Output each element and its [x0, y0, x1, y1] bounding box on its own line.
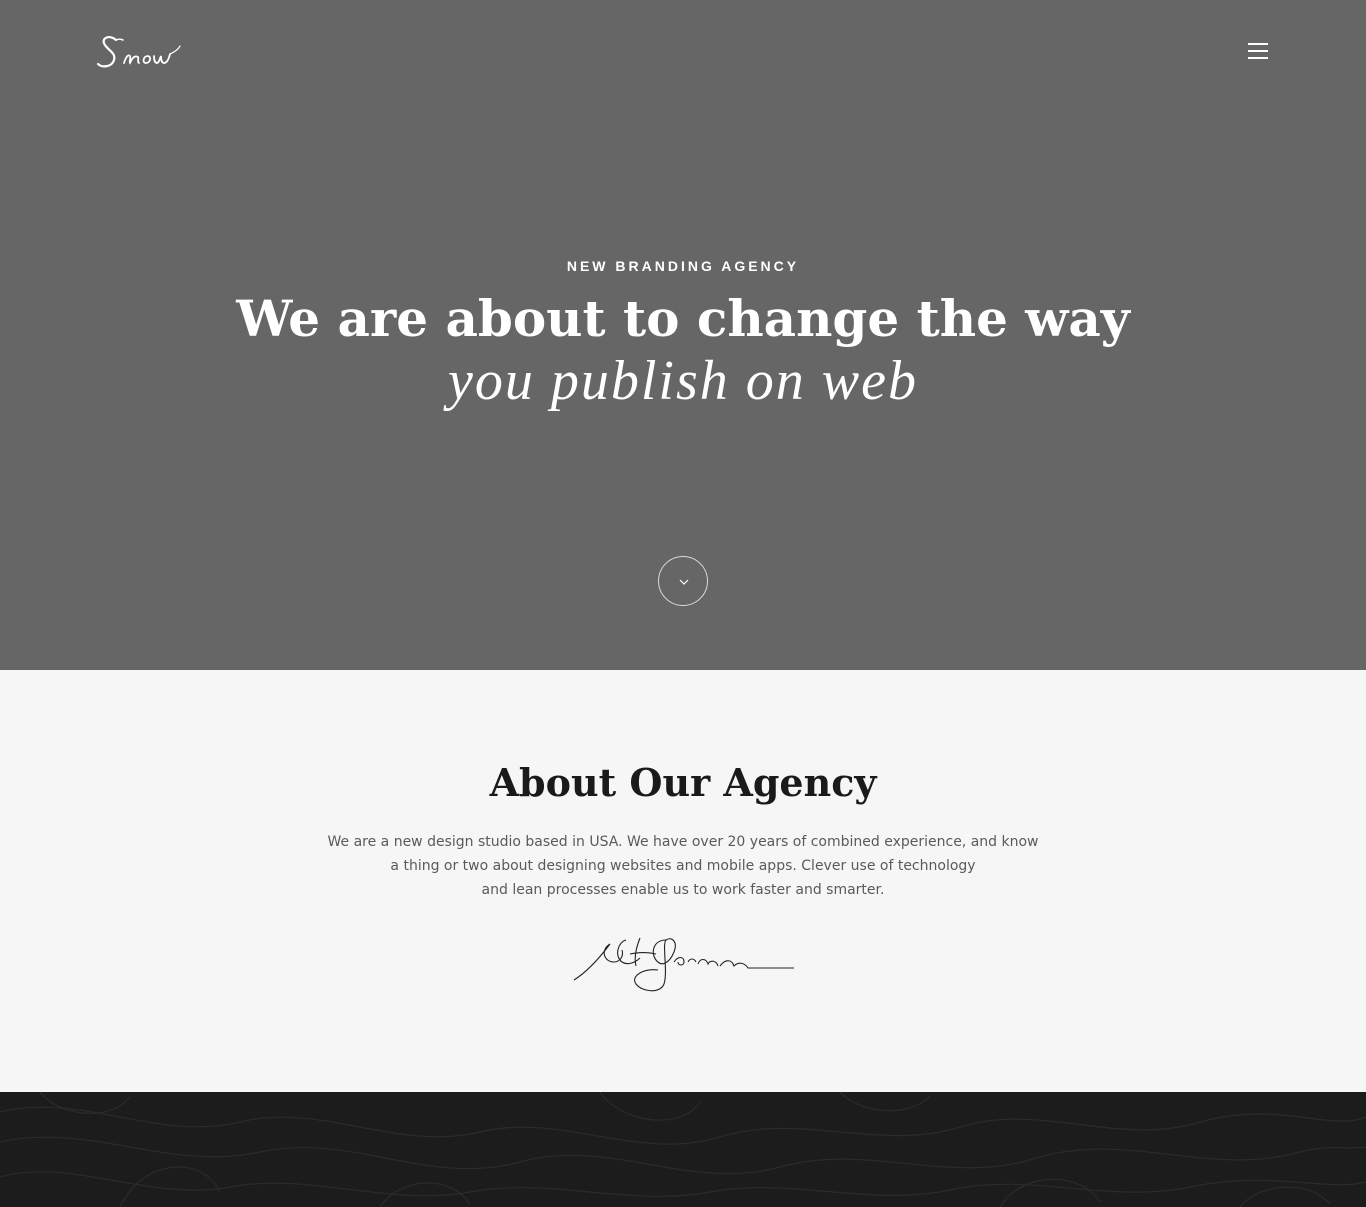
- logo-mark: [96, 36, 181, 68]
- about-title: About Our Agency: [489, 760, 877, 805]
- menu-button[interactable]: [1246, 42, 1270, 62]
- about-body-line: a thing or two about designing websites …: [390, 858, 976, 874]
- about-body-line: We are a new design studio based in USA.…: [327, 834, 1039, 850]
- about-section: About Our Agency We are a new design stu…: [0, 670, 1366, 1092]
- hamburger-icon: [1248, 43, 1268, 45]
- hamburger-icon-bar: [1248, 50, 1268, 52]
- topographic-pattern: [0, 1092, 1366, 1207]
- chevron-down-icon: [679, 579, 689, 585]
- signature-image: [573, 937, 794, 992]
- hero-headline-italic: you publish on web: [448, 350, 918, 412]
- dark-section: [0, 1092, 1366, 1207]
- hamburger-icon-bar: [1248, 57, 1268, 59]
- hero-headline: We are about to change the way: [236, 289, 1130, 348]
- logo[interactable]: Snow: [96, 30, 186, 74]
- signature: [570, 932, 798, 996]
- about-body-line: and lean processes enable us to work fas…: [481, 882, 885, 898]
- hero-section: Snow NEW BRANDING AGENCY We are about to…: [0, 0, 1366, 670]
- about-body: We are a new design studio based in USA.…: [283, 830, 1083, 902]
- scroll-down-button[interactable]: [658, 556, 708, 606]
- hero-eyebrow: NEW BRANDING AGENCY: [566, 258, 800, 274]
